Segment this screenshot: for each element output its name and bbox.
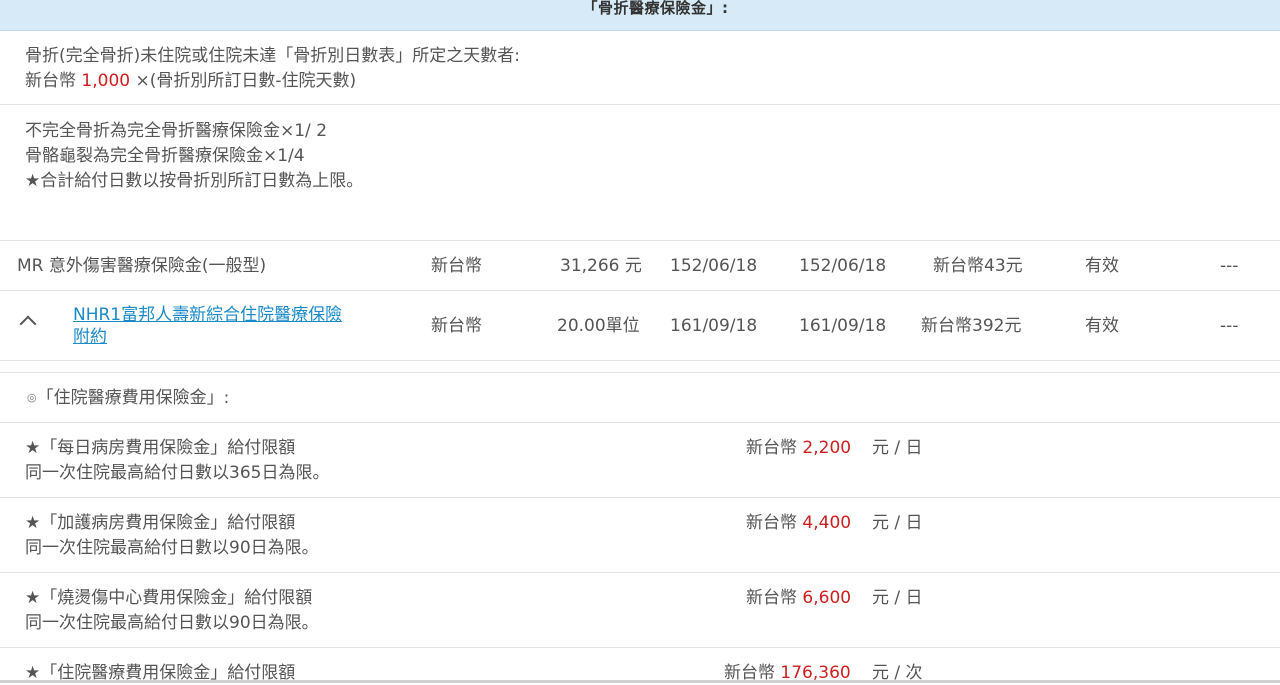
benefit-amount-value: 4,400 xyxy=(802,513,852,533)
policy-name: MR 意外傷害醫療保險金(一般型) xyxy=(17,256,267,276)
policy-end-date: 152/06/18 xyxy=(799,256,887,276)
policy-currency: 新台幣 xyxy=(431,316,482,336)
divider xyxy=(0,104,1280,105)
policy-amount: 31,266 元 xyxy=(560,256,642,276)
fracture-formula-suffix: ×(骨折別所訂日數-住院天數) xyxy=(130,71,357,91)
benefit-amount: 新台幣 6,600 xyxy=(746,586,851,610)
section-header: 「骨折醫療保險金」: xyxy=(0,0,1280,31)
divider xyxy=(0,372,1280,373)
divider xyxy=(0,290,1280,291)
policy-link-line1: NHR1富邦人壽新綜合住院醫療保險 xyxy=(73,305,343,325)
policy-premium: 新台幣392元 xyxy=(921,316,1022,336)
policy-status: 有效 xyxy=(1085,316,1119,336)
hospital-heading-text: 「住院醫療費用保險金」: xyxy=(36,388,230,408)
policy-amount: 20.00單位 xyxy=(557,316,640,336)
benefit-unit: 元 / 日 xyxy=(872,513,923,533)
fracture-description: 骨折(完全骨折)未住院或住院未達「骨折別日數表」所定之天數者: xyxy=(25,46,520,66)
fracture-note-limit: ★合計給付日數以按骨折別所訂日數為上限。 xyxy=(25,171,364,191)
fracture-formula: 新台幣 1,000 ×(骨折別所訂日數-住院天數) xyxy=(25,69,356,93)
benefit-prefix: 新台幣 xyxy=(746,513,803,533)
policy-status: 有效 xyxy=(1085,256,1119,276)
policy-premium: 新台幣43元 xyxy=(933,256,1023,276)
policy-start-date: 161/09/18 xyxy=(670,316,758,336)
fracture-note-crack: 骨骼龜裂為完全骨折醫療保險金×1/4 xyxy=(25,146,305,166)
fracture-formula-prefix: 新台幣 xyxy=(25,71,82,91)
policy-currency: 新台幣 xyxy=(431,256,482,276)
divider xyxy=(0,497,1280,498)
benefit-amount: 新台幣 2,200 xyxy=(746,436,851,460)
hospital-heading: ◎「住院醫療費用保險金」: xyxy=(27,386,229,410)
benefit-title: ★「每日病房費用保險金」給付限額 xyxy=(25,438,296,458)
benefit-amount-value: 2,200 xyxy=(802,438,852,458)
benefit-amount-value: 6,600 xyxy=(802,588,852,608)
benefit-prefix: 新台幣 xyxy=(746,438,803,458)
divider xyxy=(0,240,1280,241)
fracture-amount: 1,000 xyxy=(81,71,131,91)
benefit-unit: 元 / 日 xyxy=(872,438,923,458)
divider xyxy=(0,647,1280,648)
policy-start-date: 152/06/18 xyxy=(670,256,758,276)
policy-link-line2: 附約 xyxy=(73,327,107,347)
policy-extra: --- xyxy=(1220,256,1239,276)
divider xyxy=(0,422,1280,423)
benefit-amount: 新台幣 4,400 xyxy=(746,511,851,535)
benefit-limit-note: 同一次住院最高給付日數以90日為限。 xyxy=(25,613,319,633)
chevron-up-icon[interactable] xyxy=(19,315,37,333)
divider xyxy=(0,572,1280,573)
benefit-title: ★「加護病房費用保險金」給付限額 xyxy=(25,513,296,533)
benefit-title: ★「燒燙傷中心費用保險金」給付限額 xyxy=(25,588,313,608)
policy-link[interactable]: NHR1富邦人壽新綜合住院醫療保險 附約 xyxy=(73,304,342,348)
benefit-limit-note: 同一次住院最高給付日數以365日為限。 xyxy=(25,463,330,483)
policy-extra: --- xyxy=(1220,316,1239,336)
benefit-unit: 元 / 日 xyxy=(872,588,923,608)
fracture-note-incomplete: 不完全骨折為完全骨折醫療保險金×1/ 2 xyxy=(25,121,328,141)
divider xyxy=(0,360,1280,361)
policy-end-date: 161/09/18 xyxy=(799,316,887,336)
bullet-icon: ◎ xyxy=(27,391,37,404)
benefit-limit-note: 同一次住院最高給付日數以90日為限。 xyxy=(25,538,319,558)
section-title: 「骨折醫療保險金」: xyxy=(582,0,729,17)
benefit-prefix: 新台幣 xyxy=(746,588,803,608)
